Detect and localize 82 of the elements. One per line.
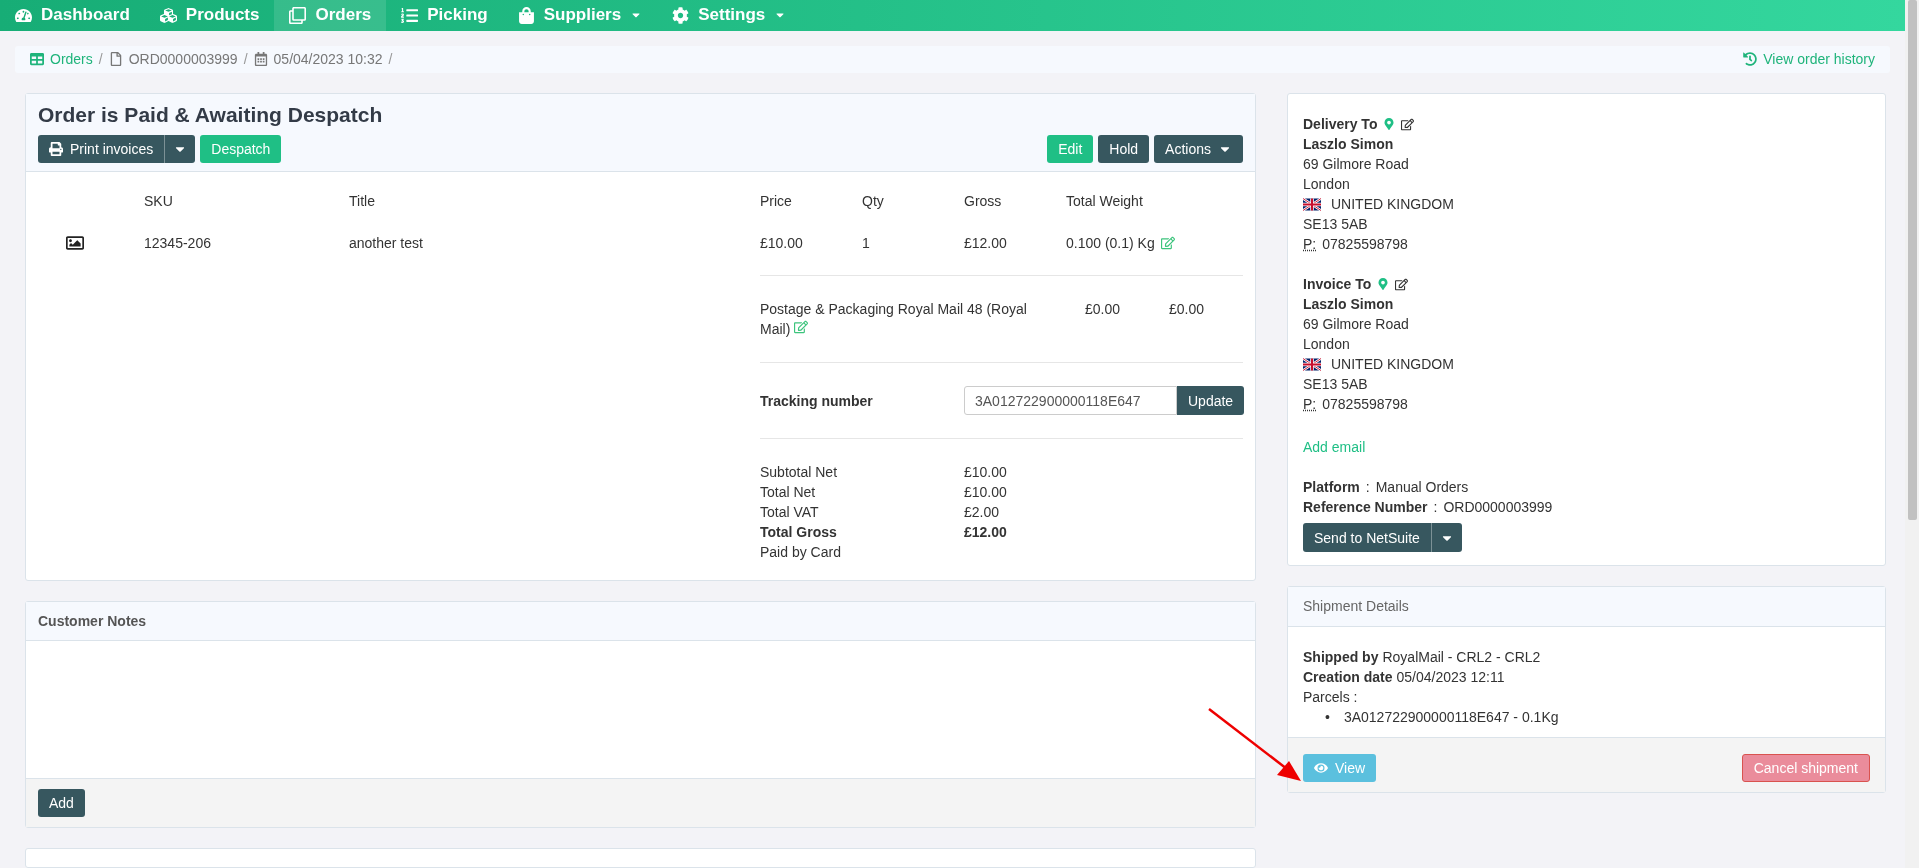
country-name: UNITED KINGDOM xyxy=(1331,355,1454,374)
phone-label: P: xyxy=(1303,395,1317,414)
nav-item[interactable]: Picking xyxy=(386,0,503,31)
shipment-label: Creation date xyxy=(1303,668,1393,687)
phone-label: P: xyxy=(1303,235,1317,254)
column-header: Price xyxy=(760,193,793,209)
breadcrumb-separator: / xyxy=(98,51,103,68)
cancel-shipment-button[interactable]: Cancel shipment xyxy=(1741,754,1870,782)
table-cell-text: £10.00 xyxy=(760,235,804,251)
table-cell-text: 1 xyxy=(862,235,871,251)
table-cell-text: another test xyxy=(349,235,424,251)
panel-title: Shipment Details xyxy=(1303,598,1409,614)
print-invoices-button[interactable]: Print invoices xyxy=(38,135,165,163)
column-header: Total Weight xyxy=(1066,193,1144,209)
panel-title: Customer Notes xyxy=(38,613,147,629)
nav-item[interactable]: Orders xyxy=(274,0,387,31)
table-cell: 0.100 (0.1) Kg xyxy=(1066,235,1155,251)
nav-item[interactable]: Suppliers xyxy=(502,0,658,31)
customer-name: Laszlo Simon xyxy=(1303,135,1394,154)
column-header: Title xyxy=(349,193,376,209)
address-heading: Delivery To xyxy=(1303,115,1378,134)
breadcrumb-separator: / xyxy=(388,51,393,68)
shipment-value: 05/04/2023 12:11 xyxy=(1396,668,1505,687)
view-button[interactable]: View xyxy=(1303,754,1377,782)
postage-gross: £0.00 xyxy=(1169,300,1206,319)
phone-number: 07825598798 xyxy=(1322,235,1408,254)
add-email-link[interactable]: Add email xyxy=(1303,437,1870,457)
table-cell-text: £12.00 xyxy=(964,235,1008,251)
meta-value: Manual Orders xyxy=(1375,478,1469,497)
tracking-number-input[interactable]: 3A012722900000118E647 xyxy=(964,386,1177,415)
breadcrumb-item: ORD0000003999 xyxy=(108,51,238,68)
total-value: £10.00 xyxy=(964,483,1008,502)
address-line: London xyxy=(1303,175,1350,194)
nav-item[interactable]: Products xyxy=(144,0,275,31)
total-label: Total Gross xyxy=(760,523,838,542)
postage-label: Postage & Packaging Royal Mail 48 (Royal Mail) xyxy=(760,300,1028,339)
meta-value: ORD0000003999 xyxy=(1443,498,1553,517)
address-line: 69 Gilmore Road xyxy=(1303,315,1409,334)
nav-item[interactable]: Settings xyxy=(657,0,802,31)
tracking-label: Tracking number xyxy=(760,392,874,409)
shipment-value: RoyalMail - CRL2 - CRL2 xyxy=(1382,648,1541,667)
send-button[interactable]: Send to NetSuite xyxy=(1303,523,1431,552)
parcel-item: 3A012722900000118E647 - 0.1Kg xyxy=(1343,708,1559,727)
action-button[interactable]: Edit xyxy=(1047,135,1094,163)
actions-dropdown[interactable]: Actions xyxy=(1154,135,1243,163)
address-line: London xyxy=(1303,335,1350,354)
action-button[interactable]: Hold xyxy=(1098,135,1150,163)
postcode: SE13 5AB xyxy=(1303,215,1368,234)
address-line: 69 Gilmore Road xyxy=(1303,155,1409,174)
bullet: • xyxy=(1325,708,1330,727)
meta-label: Platform xyxy=(1303,478,1360,497)
column-header: SKU xyxy=(144,193,174,209)
order-status-title: Order is Paid & Awaiting Despatch xyxy=(38,103,384,127)
payment-note: Paid by Card xyxy=(760,544,841,560)
colon: : xyxy=(1365,478,1370,497)
postcode: SE13 5AB xyxy=(1303,375,1368,394)
total-label: Subtotal Net xyxy=(760,463,839,482)
meta-label: Reference Number xyxy=(1303,498,1428,517)
total-value: £10.00 xyxy=(964,463,1008,482)
add-note-button[interactable]: Add xyxy=(38,789,85,817)
shipment-label: Shipped by xyxy=(1303,648,1379,667)
total-label: Total VAT xyxy=(760,503,820,522)
customer-name: Laszlo Simon xyxy=(1303,295,1394,314)
column-header: Qty xyxy=(862,193,885,209)
total-value: £12.00 xyxy=(964,523,1008,542)
total-label: Total Net xyxy=(760,483,817,502)
country-name: UNITED KINGDOM xyxy=(1331,195,1454,214)
parcels-label: Parcels : xyxy=(1303,688,1359,707)
breadcrumb-item: 05/04/2023 10:32 xyxy=(253,51,383,68)
total-value: £2.00 xyxy=(964,503,1001,522)
colon: : xyxy=(1433,498,1438,517)
breadcrumb-separator: / xyxy=(243,51,248,68)
update-button[interactable]: Update xyxy=(1177,386,1245,415)
column-header: Gross xyxy=(964,193,1003,209)
nav-item[interactable]: Dashboard xyxy=(0,0,145,31)
postage-price: £0.00 xyxy=(1085,300,1122,319)
table-cell-text: 12345-206 xyxy=(144,235,212,251)
phone-number: 07825598798 xyxy=(1322,395,1408,414)
order-history-link[interactable]: View order history xyxy=(1743,51,1875,68)
action-button[interactable]: Despatch xyxy=(200,135,282,163)
breadcrumb-item[interactable]: Orders xyxy=(30,51,93,68)
address-heading: Invoice To xyxy=(1303,275,1372,294)
